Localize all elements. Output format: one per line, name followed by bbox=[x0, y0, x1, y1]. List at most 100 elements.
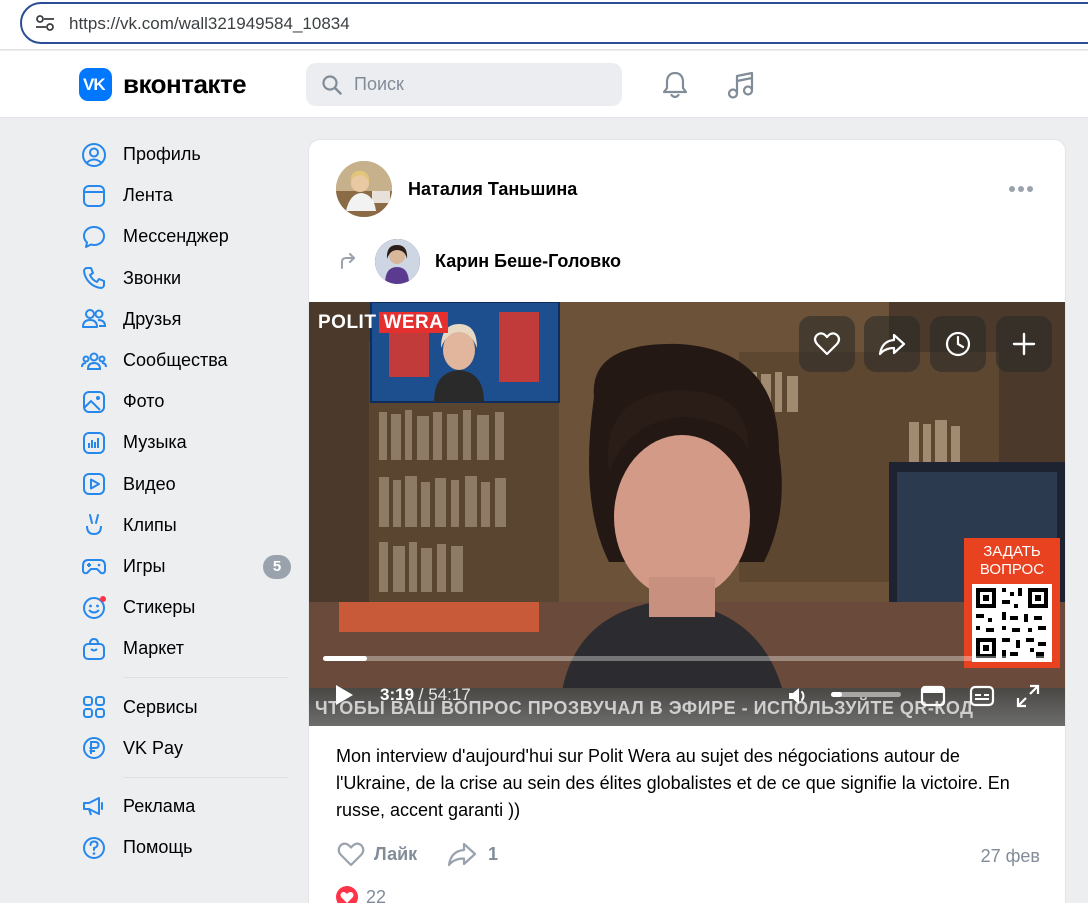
post-author-name[interactable]: Наталия Таньшина bbox=[408, 179, 577, 200]
video-icon bbox=[80, 470, 108, 498]
subtitles-icon[interactable] bbox=[969, 683, 995, 709]
sidebar-item-calls[interactable]: Звонки bbox=[80, 258, 295, 299]
address-bar[interactable]: https://vk.com/wall321949584_10834 bbox=[20, 2, 1088, 44]
reactions-count: 22 bbox=[366, 886, 387, 903]
photo-icon bbox=[80, 388, 108, 416]
sidebar-item-market[interactable]: Маркет bbox=[80, 628, 295, 669]
sidebar-item-label: Мессенджер bbox=[123, 226, 229, 247]
heart-outline-icon bbox=[337, 842, 365, 867]
like-button[interactable]: Лайк bbox=[336, 840, 417, 868]
url-text[interactable]: https://vk.com/wall321949584_10834 bbox=[69, 14, 350, 34]
mini-player-icon[interactable] bbox=[920, 683, 946, 709]
search-box[interactable] bbox=[306, 63, 622, 106]
market-icon bbox=[80, 635, 108, 663]
sidebar-item-photos[interactable]: Фото bbox=[80, 381, 295, 422]
sidebar-item-label: Профиль bbox=[123, 144, 201, 165]
sidebar-item-stickers[interactable]: Стикеры bbox=[80, 587, 295, 628]
vk-logo-icon[interactable]: VK bbox=[79, 68, 112, 101]
news-icon bbox=[80, 182, 108, 210]
sidebar-item-communities[interactable]: Сообщества bbox=[80, 340, 295, 381]
search-icon bbox=[322, 75, 342, 95]
friends-icon bbox=[80, 305, 108, 333]
watch-later-button[interactable] bbox=[930, 316, 986, 372]
sidebar-item-label: Маркет bbox=[123, 638, 184, 659]
sidebar-item-label: Фото bbox=[123, 391, 165, 412]
sidebar-item-ads[interactable]: Реклама bbox=[80, 786, 295, 827]
sidebar-item-label: Стикеры bbox=[123, 597, 196, 618]
sidebar-item-label: Помощь bbox=[123, 837, 193, 858]
video-player[interactable]: POLIT WERA ЗАДАТЬ ВОПРОС ЧТОБЫ ВАШ ВОПРО… bbox=[309, 302, 1065, 726]
search-input[interactable] bbox=[354, 74, 604, 95]
sidebar-item-services[interactable]: Сервисы bbox=[80, 686, 295, 727]
ask-question-overlay: ЗАДАТЬ ВОПРОС bbox=[964, 538, 1060, 668]
share-arrow-icon bbox=[878, 333, 906, 356]
post-text: Mon interview d'aujourd'hui sur Polit We… bbox=[336, 746, 1010, 820]
clock-icon bbox=[945, 331, 971, 357]
sidebar-item-label: Видео bbox=[123, 473, 176, 494]
sidebar-item-video[interactable]: Видео bbox=[80, 464, 295, 505]
volume-slider[interactable] bbox=[831, 692, 901, 697]
qr-code-icon bbox=[972, 584, 1052, 662]
sidebar-divider bbox=[123, 677, 288, 679]
sidebar-item-label: Лента bbox=[123, 185, 173, 206]
post-more-options-icon[interactable] bbox=[1009, 180, 1035, 198]
user-circle-icon bbox=[80, 141, 108, 169]
music-note-icon[interactable] bbox=[726, 70, 756, 100]
sidebar-item-label: VK Pay bbox=[123, 737, 184, 758]
repost-author-name[interactable]: Карин Беше-Головко bbox=[435, 251, 621, 272]
sticker-icon bbox=[80, 594, 108, 622]
music-icon bbox=[80, 429, 108, 457]
share-button[interactable]: 1 bbox=[446, 840, 498, 868]
gamepad-icon bbox=[80, 552, 108, 580]
ads-icon bbox=[80, 792, 108, 820]
repost-arrow-icon bbox=[341, 253, 355, 269]
sidebar-divider bbox=[123, 776, 288, 778]
brand-polit: POLIT bbox=[318, 312, 377, 333]
polit-wera-logo: POLIT WERA bbox=[318, 312, 448, 334]
services-icon bbox=[80, 693, 108, 721]
logo-text[interactable]: вконтакте bbox=[123, 69, 247, 100]
sidebar-item-profile[interactable]: Профиль bbox=[80, 134, 295, 175]
repost-author-avatar[interactable] bbox=[375, 239, 420, 284]
site-settings-icon[interactable] bbox=[36, 15, 54, 31]
video-share-button[interactable] bbox=[864, 316, 920, 372]
notifications-bell-icon[interactable] bbox=[661, 70, 689, 100]
video-progress-fill bbox=[323, 656, 368, 661]
vkpay-icon bbox=[80, 734, 108, 762]
share-count: 1 bbox=[488, 843, 499, 864]
fullscreen-icon[interactable] bbox=[1015, 683, 1041, 709]
video-like-button[interactable] bbox=[799, 316, 855, 372]
volume-icon[interactable] bbox=[787, 684, 811, 708]
sidebar-item-label: Звонки bbox=[123, 267, 182, 288]
communities-icon bbox=[80, 347, 108, 375]
sidebar-item-messenger[interactable]: Мессенджер bbox=[80, 216, 295, 257]
add-video-button[interactable] bbox=[996, 316, 1052, 372]
sidebar-item-vkpay[interactable]: VK Pay bbox=[80, 728, 295, 769]
sidebar-item-games[interactable]: Игры 5 bbox=[80, 546, 295, 587]
heart-reaction-icon bbox=[336, 886, 358, 903]
author-avatar[interactable] bbox=[336, 161, 392, 217]
phone-icon bbox=[80, 264, 108, 292]
sidebar-item-label: Реклама bbox=[123, 795, 196, 816]
site-header: VK вконтакте bbox=[0, 51, 1088, 118]
video-current-time: 3:19 bbox=[380, 685, 415, 704]
video-time: 3:19 / 54:17 bbox=[380, 685, 471, 705]
sidebar-item-news[interactable]: Лента bbox=[80, 175, 295, 216]
video-total-time: / 54:17 bbox=[418, 685, 471, 704]
left-sidebar: Профиль Лента Мессенджер Звонки Друзья С… bbox=[80, 134, 295, 868]
video-progress-bar[interactable] bbox=[323, 656, 1051, 661]
sidebar-item-clips[interactable]: Клипы bbox=[80, 505, 295, 546]
sidebar-item-label: Музыка bbox=[123, 432, 187, 453]
sidebar-item-friends[interactable]: Друзья bbox=[80, 299, 295, 340]
sidebar-item-label: Сообщества bbox=[123, 350, 228, 371]
heart-icon bbox=[813, 332, 841, 356]
post-date[interactable]: 27 фев bbox=[981, 846, 1040, 867]
reactions-summary[interactable]: 22 bbox=[336, 886, 386, 903]
sidebar-item-music[interactable]: Музыка bbox=[80, 422, 295, 463]
help-icon bbox=[80, 834, 108, 862]
sidebar-item-label: Игры bbox=[123, 555, 166, 576]
sidebar-item-help[interactable]: Помощь bbox=[80, 827, 295, 868]
play-icon[interactable] bbox=[333, 683, 355, 707]
post-actions: Лайк 1 27 фев bbox=[336, 838, 1040, 872]
sidebar-item-label: Клипы bbox=[123, 514, 177, 535]
